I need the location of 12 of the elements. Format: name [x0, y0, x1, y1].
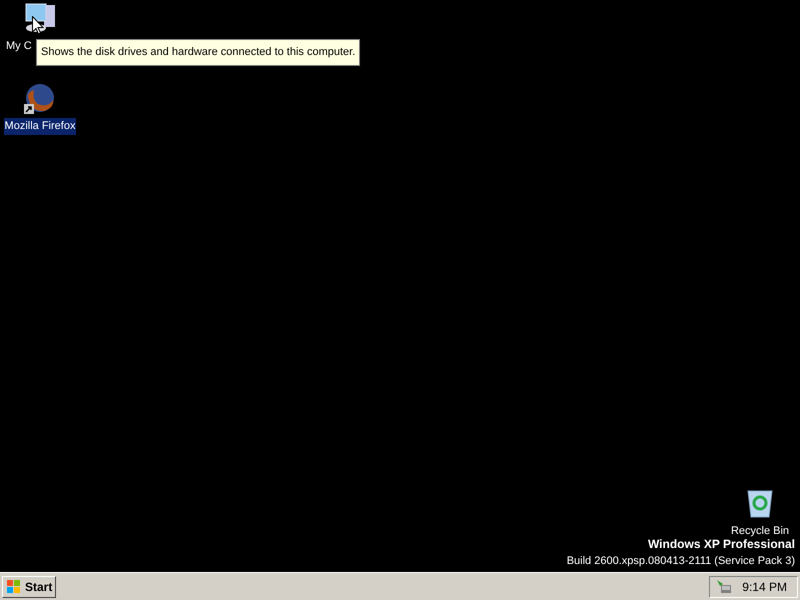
icon-label[interactable]: My C	[5, 38, 33, 54]
start-button[interactable]: Start	[2, 576, 56, 598]
cursor-icon	[32, 16, 44, 35]
tooltip: Shows the disk drives and hardware connected to this computer.	[36, 39, 360, 66]
windows-logo-icon	[6, 578, 22, 594]
edition-title: Windows XP Professional	[648, 536, 795, 552]
network-icon[interactable]	[716, 578, 732, 594]
firefox-icon	[24, 82, 56, 114]
icon-label[interactable]: Recycle Bin	[730, 523, 790, 540]
icon-label[interactable]: Mozilla Firefox	[4, 118, 76, 134]
clock[interactable]: 9:14 PM	[742, 578, 791, 596]
build-info: Build 2600.xpsp.080413-2111 (Service Pack 3)	[566, 554, 795, 568]
